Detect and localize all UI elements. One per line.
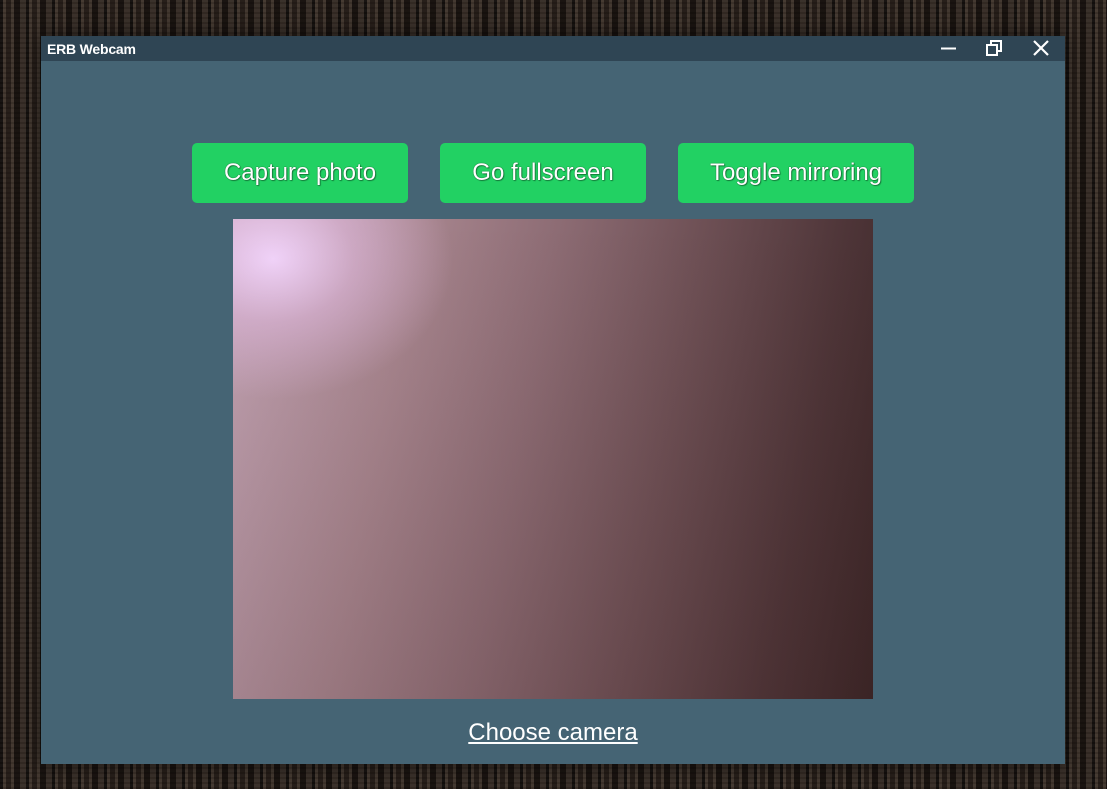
choose-camera-container: Choose camera xyxy=(41,719,1065,747)
action-toolbar: Capture photo Go fullscreen Toggle mirro… xyxy=(41,143,1065,203)
window-title: ERB Webcam xyxy=(47,41,136,57)
choose-camera-link[interactable]: Choose camera xyxy=(468,719,637,746)
maximize-button[interactable] xyxy=(974,36,1014,61)
webcam-preview xyxy=(233,219,873,699)
toggle-mirroring-button[interactable]: Toggle mirroring xyxy=(678,143,914,203)
close-button[interactable] xyxy=(1021,36,1061,61)
title-bar[interactable]: ERB Webcam xyxy=(41,36,1065,61)
app-window: ERB Webcam Capture photo Go fullscreen T… xyxy=(41,36,1065,764)
minimize-icon xyxy=(941,47,956,50)
go-fullscreen-button[interactable]: Go fullscreen xyxy=(440,143,646,203)
restore-icon xyxy=(986,40,1002,56)
capture-photo-button[interactable]: Capture photo xyxy=(192,143,408,203)
minimize-button[interactable] xyxy=(928,36,968,61)
close-icon xyxy=(1033,40,1049,56)
